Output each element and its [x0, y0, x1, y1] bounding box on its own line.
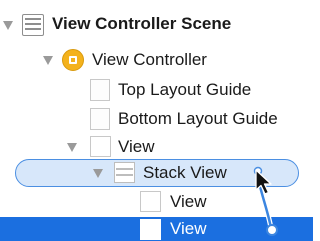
view-icon	[90, 136, 111, 157]
outline-label-stack-view: Stack View	[143, 163, 227, 182]
view-icon	[140, 191, 161, 212]
outline-row-stack-view[interactable]: Stack View	[0, 159, 313, 189]
view-controller-icon	[62, 49, 84, 71]
storyboard-scene-icon	[22, 14, 44, 36]
outline-label-child-view: View	[170, 192, 207, 211]
outline-row-selected-view[interactable]: View	[0, 217, 313, 241]
outline-row-child-view[interactable]: View	[0, 188, 313, 218]
outline-label-view-controller: View Controller	[92, 50, 207, 69]
disclosure-triangle-icon[interactable]	[43, 56, 53, 65]
disclosure-triangle-icon[interactable]	[93, 169, 103, 178]
outline-label-bottom-layout-guide: Bottom Layout Guide	[118, 109, 278, 128]
outline-row-top-layout-guide[interactable]: Top Layout Guide	[0, 75, 313, 105]
outline-row-scene[interactable]: View Controller Scene	[0, 10, 313, 40]
layout-guide-icon	[90, 108, 110, 130]
view-icon	[140, 219, 161, 240]
outline-row-view[interactable]: View	[0, 132, 313, 162]
outline-row-bottom-layout-guide[interactable]: Bottom Layout Guide	[0, 104, 313, 134]
stack-view-icon	[114, 162, 135, 183]
outline-label-selected-view: View	[170, 219, 207, 238]
layout-guide-icon	[90, 79, 110, 101]
outline-label-view: View	[118, 137, 155, 156]
document-outline: View Controller Scene View Controller To…	[0, 0, 313, 241]
disclosure-triangle-icon[interactable]	[67, 143, 77, 152]
outline-row-view-controller[interactable]: View Controller	[0, 45, 313, 75]
outline-label-scene: View Controller Scene	[52, 14, 232, 33]
outline-label-top-layout-guide: Top Layout Guide	[118, 80, 252, 99]
disclosure-triangle-icon[interactable]	[3, 21, 13, 30]
